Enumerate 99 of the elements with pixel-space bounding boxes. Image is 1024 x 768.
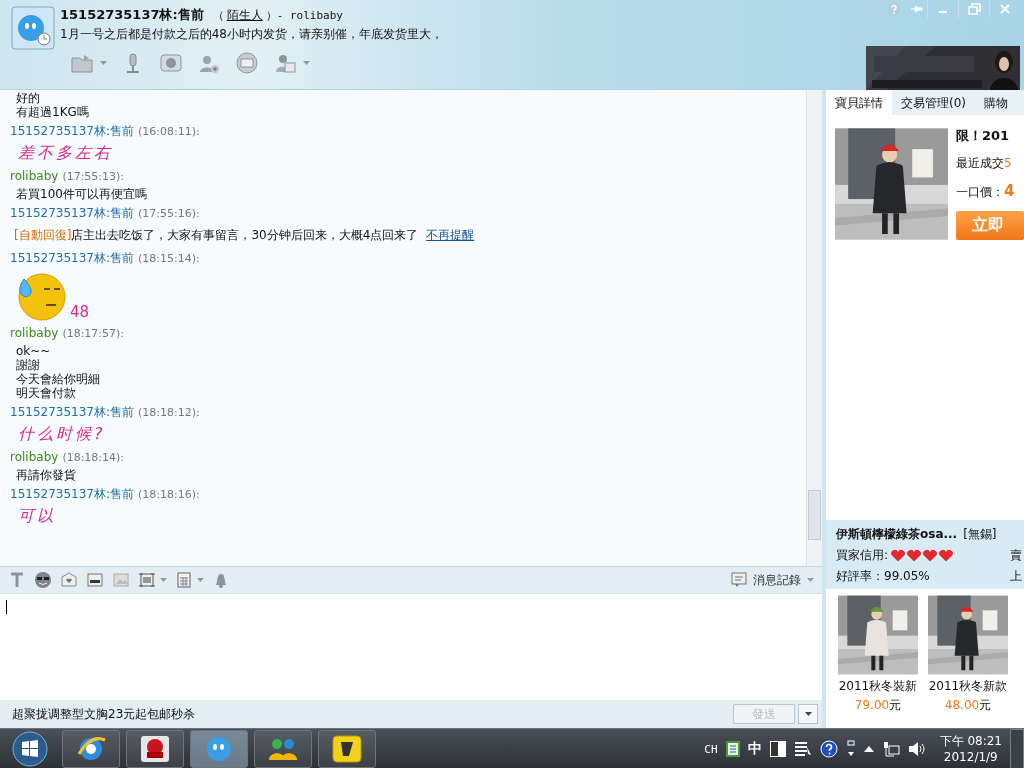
message-text: 可以 — [17, 505, 57, 527]
language-indicator[interactable]: CH — [704, 742, 718, 756]
taskbar-button[interactable] — [318, 730, 376, 768]
caret-icon[interactable] — [160, 578, 167, 582]
screenshot-icon[interactable] — [138, 571, 156, 589]
message-text: 好的 — [15, 91, 41, 105]
taskbar-button[interactable] — [254, 730, 312, 768]
relation-link[interactable]: 陌生人 — [226, 7, 263, 24]
emoticon-caption: 48 — [70, 303, 90, 321]
message-text: 什么时候? — [17, 423, 107, 445]
font-icon[interactable] — [8, 571, 26, 589]
message-time: (17:55:16): — [138, 207, 200, 220]
caret-icon[interactable] — [303, 61, 310, 65]
options-icon[interactable] — [845, 740, 856, 758]
emoji-icon[interactable] — [34, 571, 52, 589]
price-label: 一口價： — [956, 185, 1004, 199]
product-title[interactable]: 限！201 — [956, 127, 1024, 145]
history-button[interactable]: 消息記錄 — [731, 571, 814, 589]
auto-reply-tag: [自動回復] — [14, 228, 72, 242]
message-text: 再請你發貨 — [15, 468, 77, 482]
last-seen-label: 上 — [1010, 568, 1022, 585]
caret-icon[interactable] — [100, 61, 107, 65]
input-method-icon[interactable] — [725, 741, 740, 757]
camera-icon[interactable] — [159, 52, 183, 74]
message-text: 謝謝 — [15, 358, 41, 372]
folder-icon[interactable] — [70, 52, 94, 74]
sender-name: rolibaby — [10, 169, 59, 183]
seller-name[interactable]: 伊斯頓檸檬綠茶osa... — [836, 526, 958, 543]
heart-icon — [938, 549, 955, 562]
product-price: 48.00 — [944, 698, 980, 712]
seller-location: [無錫] — [963, 526, 997, 543]
show-desktop-button[interactable] — [1010, 729, 1024, 768]
contact-name: 15152735137林:售前 — [60, 6, 204, 24]
product-title[interactable]: 2011秋冬新款 — [928, 678, 1008, 695]
message-time: (16:08:11): — [138, 125, 200, 138]
tab[interactable]: 寶貝詳情 — [826, 90, 892, 115]
chat-history-icon — [731, 572, 747, 588]
tab[interactable]: 購物 — [975, 90, 1017, 115]
network-icon[interactable] — [881, 740, 900, 758]
price-value: 4 — [1004, 182, 1015, 200]
caret-icon — [807, 578, 814, 582]
currency-unit: 元 — [889, 698, 902, 712]
sender-name: rolibaby — [10, 326, 59, 340]
currency-unit: 元 — [979, 698, 992, 712]
contact-account: ）- rolibaby — [265, 8, 343, 23]
sender-name: rolibaby — [10, 450, 59, 464]
message-text: 今天會給你明細 — [15, 372, 101, 386]
recent-sales-value: 5 — [1004, 156, 1012, 170]
dismiss-link[interactable]: 不再提醒 — [426, 228, 475, 242]
message-text: 有超過1KG嗎 — [15, 105, 90, 119]
ime-mode-indicator[interactable]: 中 — [747, 740, 762, 758]
heart-icon — [890, 549, 907, 562]
message-time: (18:18:14): — [62, 451, 125, 464]
message-time: (18:15:14): — [138, 252, 200, 265]
help-icon[interactable] — [819, 740, 838, 758]
positive-rate: 好評率：99.05% — [836, 568, 930, 585]
volume-icon[interactable] — [907, 741, 926, 757]
heart-icon — [906, 549, 923, 562]
sender-name: 15152735137林:售前 — [10, 405, 135, 419]
message-text: 明天會付款 — [15, 386, 77, 400]
bracket-text: （ — [212, 8, 224, 23]
taskbar-button[interactable] — [126, 730, 184, 768]
emoticon-icon — [16, 271, 68, 321]
sender-name: 15152735137林:售前 — [10, 206, 135, 220]
taskbar-button[interactable] — [62, 730, 120, 768]
message-text: ok~~ — [15, 344, 52, 358]
message-text: 若買100件可以再便宜嗎 — [15, 187, 148, 201]
caret-icon[interactable] — [197, 578, 204, 582]
message-time: (18:18:12): — [138, 406, 200, 419]
status-message: 1月一号之后都是付款之后的48小时内发货，请亲别催，年底发货里大， — [60, 26, 443, 43]
calculator-icon[interactable] — [175, 571, 193, 589]
credit-label: 買家信用: — [836, 547, 889, 564]
message-text: 店主出去吃饭了，大家有事留言，30分钟后回来，大概4点回来了 — [71, 228, 419, 242]
heart-icon — [922, 549, 939, 562]
sender-name: 15152735137林:售前 — [10, 251, 135, 265]
agent-icon[interactable] — [273, 52, 297, 74]
ad-text[interactable]: 超聚拢调整型文胸23元起包邮秒杀 — [12, 705, 196, 723]
soft-keyboard-icon[interactable] — [793, 741, 812, 757]
scrollbar[interactable] — [806, 90, 822, 566]
greeting-card-icon[interactable] — [60, 571, 78, 589]
seller-credit-label: 賣 — [1010, 547, 1022, 564]
clock[interactable]: 下午 08:21 2012/1/9 — [939, 733, 1002, 765]
tab[interactable]: 交易管理(0) — [892, 90, 975, 115]
avatar-icon[interactable] — [11, 6, 55, 50]
sender-name: 15152735137林:售前 — [10, 487, 135, 501]
product-title[interactable]: 2011秋冬裝新 — [838, 678, 918, 695]
half-width-icon[interactable] — [769, 741, 786, 757]
sender-name: 15152735137林:售前 — [10, 124, 135, 138]
message-time: (18:18:16): — [138, 488, 200, 501]
send-options-button[interactable] — [798, 704, 818, 724]
message-time: (18:17:57): — [62, 327, 125, 340]
screen-share-icon[interactable] — [235, 52, 259, 74]
recent-sales-label: 最近成交 — [956, 156, 1004, 170]
caret-icon — [804, 712, 812, 716]
show-hidden-icons[interactable] — [863, 745, 874, 753]
message-text: 差不多左右 — [17, 142, 114, 164]
message-time: (17:55:13): — [62, 170, 125, 183]
product-price: 79.00 — [854, 698, 890, 712]
image-icon[interactable] — [86, 571, 104, 589]
